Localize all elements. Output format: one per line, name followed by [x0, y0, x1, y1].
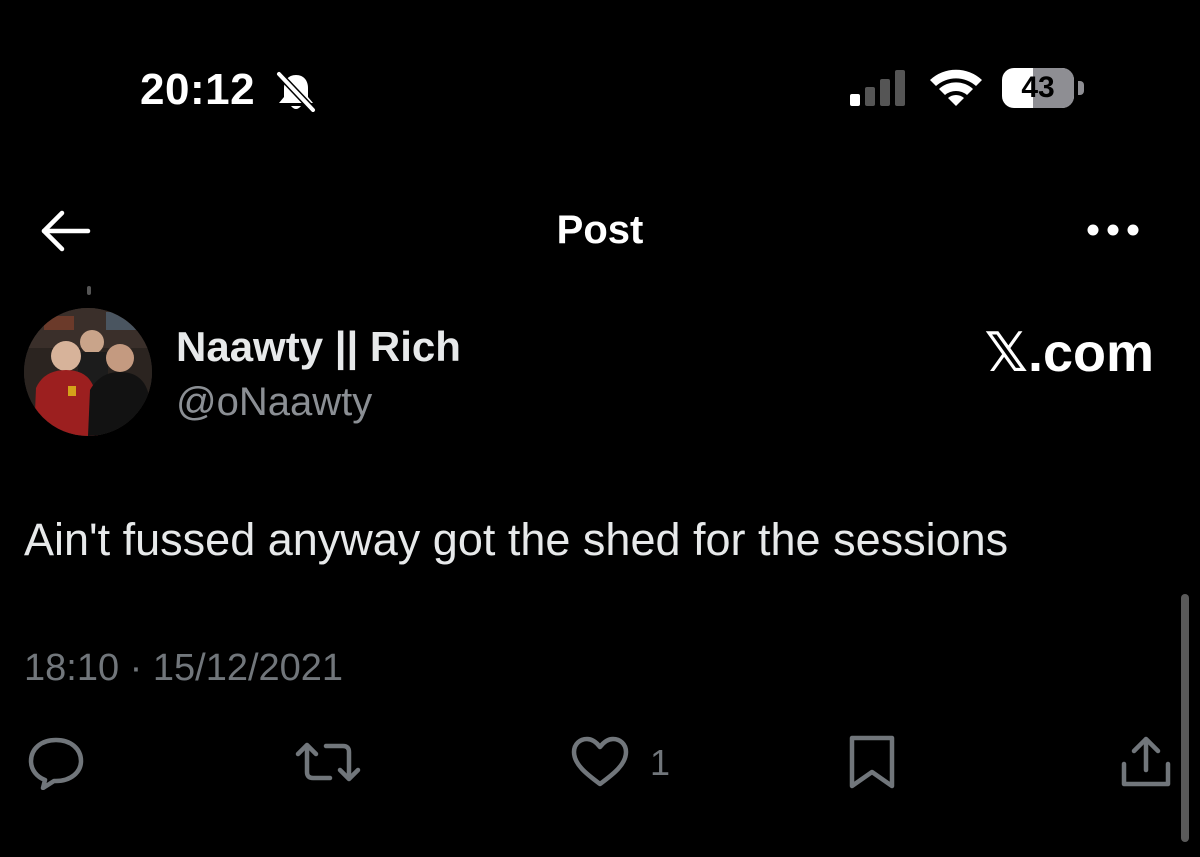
bookmark-button[interactable]: [846, 734, 898, 790]
author-handle[interactable]: @oNaawty: [176, 378, 372, 426]
post-text: Ain't fussed anyway got the shed for the…: [24, 514, 1009, 565]
author-display-name[interactable]: Naawty || Rich: [176, 322, 461, 372]
heart-icon: [571, 736, 629, 787]
like-button[interactable]: [568, 734, 632, 790]
status-time: 20:12: [140, 65, 256, 114]
share-icon: [1121, 736, 1171, 787]
divider-mark: [87, 286, 91, 295]
reply-icon: [28, 737, 84, 790]
page-title: Post: [556, 208, 644, 252]
share-button[interactable]: [1118, 734, 1174, 790]
more-horizontal-icon[interactable]: [1085, 217, 1141, 243]
reply-button[interactable]: [26, 734, 86, 790]
avatar-photo: [24, 308, 152, 436]
wifi-icon: [930, 69, 982, 106]
bookmark-icon: [849, 735, 895, 789]
repost-icon: [295, 742, 361, 782]
bell-muted-icon: [276, 71, 316, 112]
scrollbar[interactable]: [1181, 594, 1189, 842]
battery-icon: 43: [1002, 68, 1074, 108]
battery-cap: [1078, 81, 1084, 95]
brand-watermark: 𝕏.com: [984, 323, 1154, 383]
repost-button[interactable]: [294, 734, 362, 790]
post-timestamp[interactable]: 18:10 · 15/12/2021: [24, 643, 343, 693]
arrow-left-icon[interactable]: [38, 207, 92, 255]
like-count: 1: [650, 742, 671, 783]
signal-icon: [850, 70, 905, 106]
status-bar: 20:12 43: [0, 0, 1200, 180]
avatar[interactable]: [24, 308, 152, 436]
battery-level: 43: [1021, 71, 1055, 104]
